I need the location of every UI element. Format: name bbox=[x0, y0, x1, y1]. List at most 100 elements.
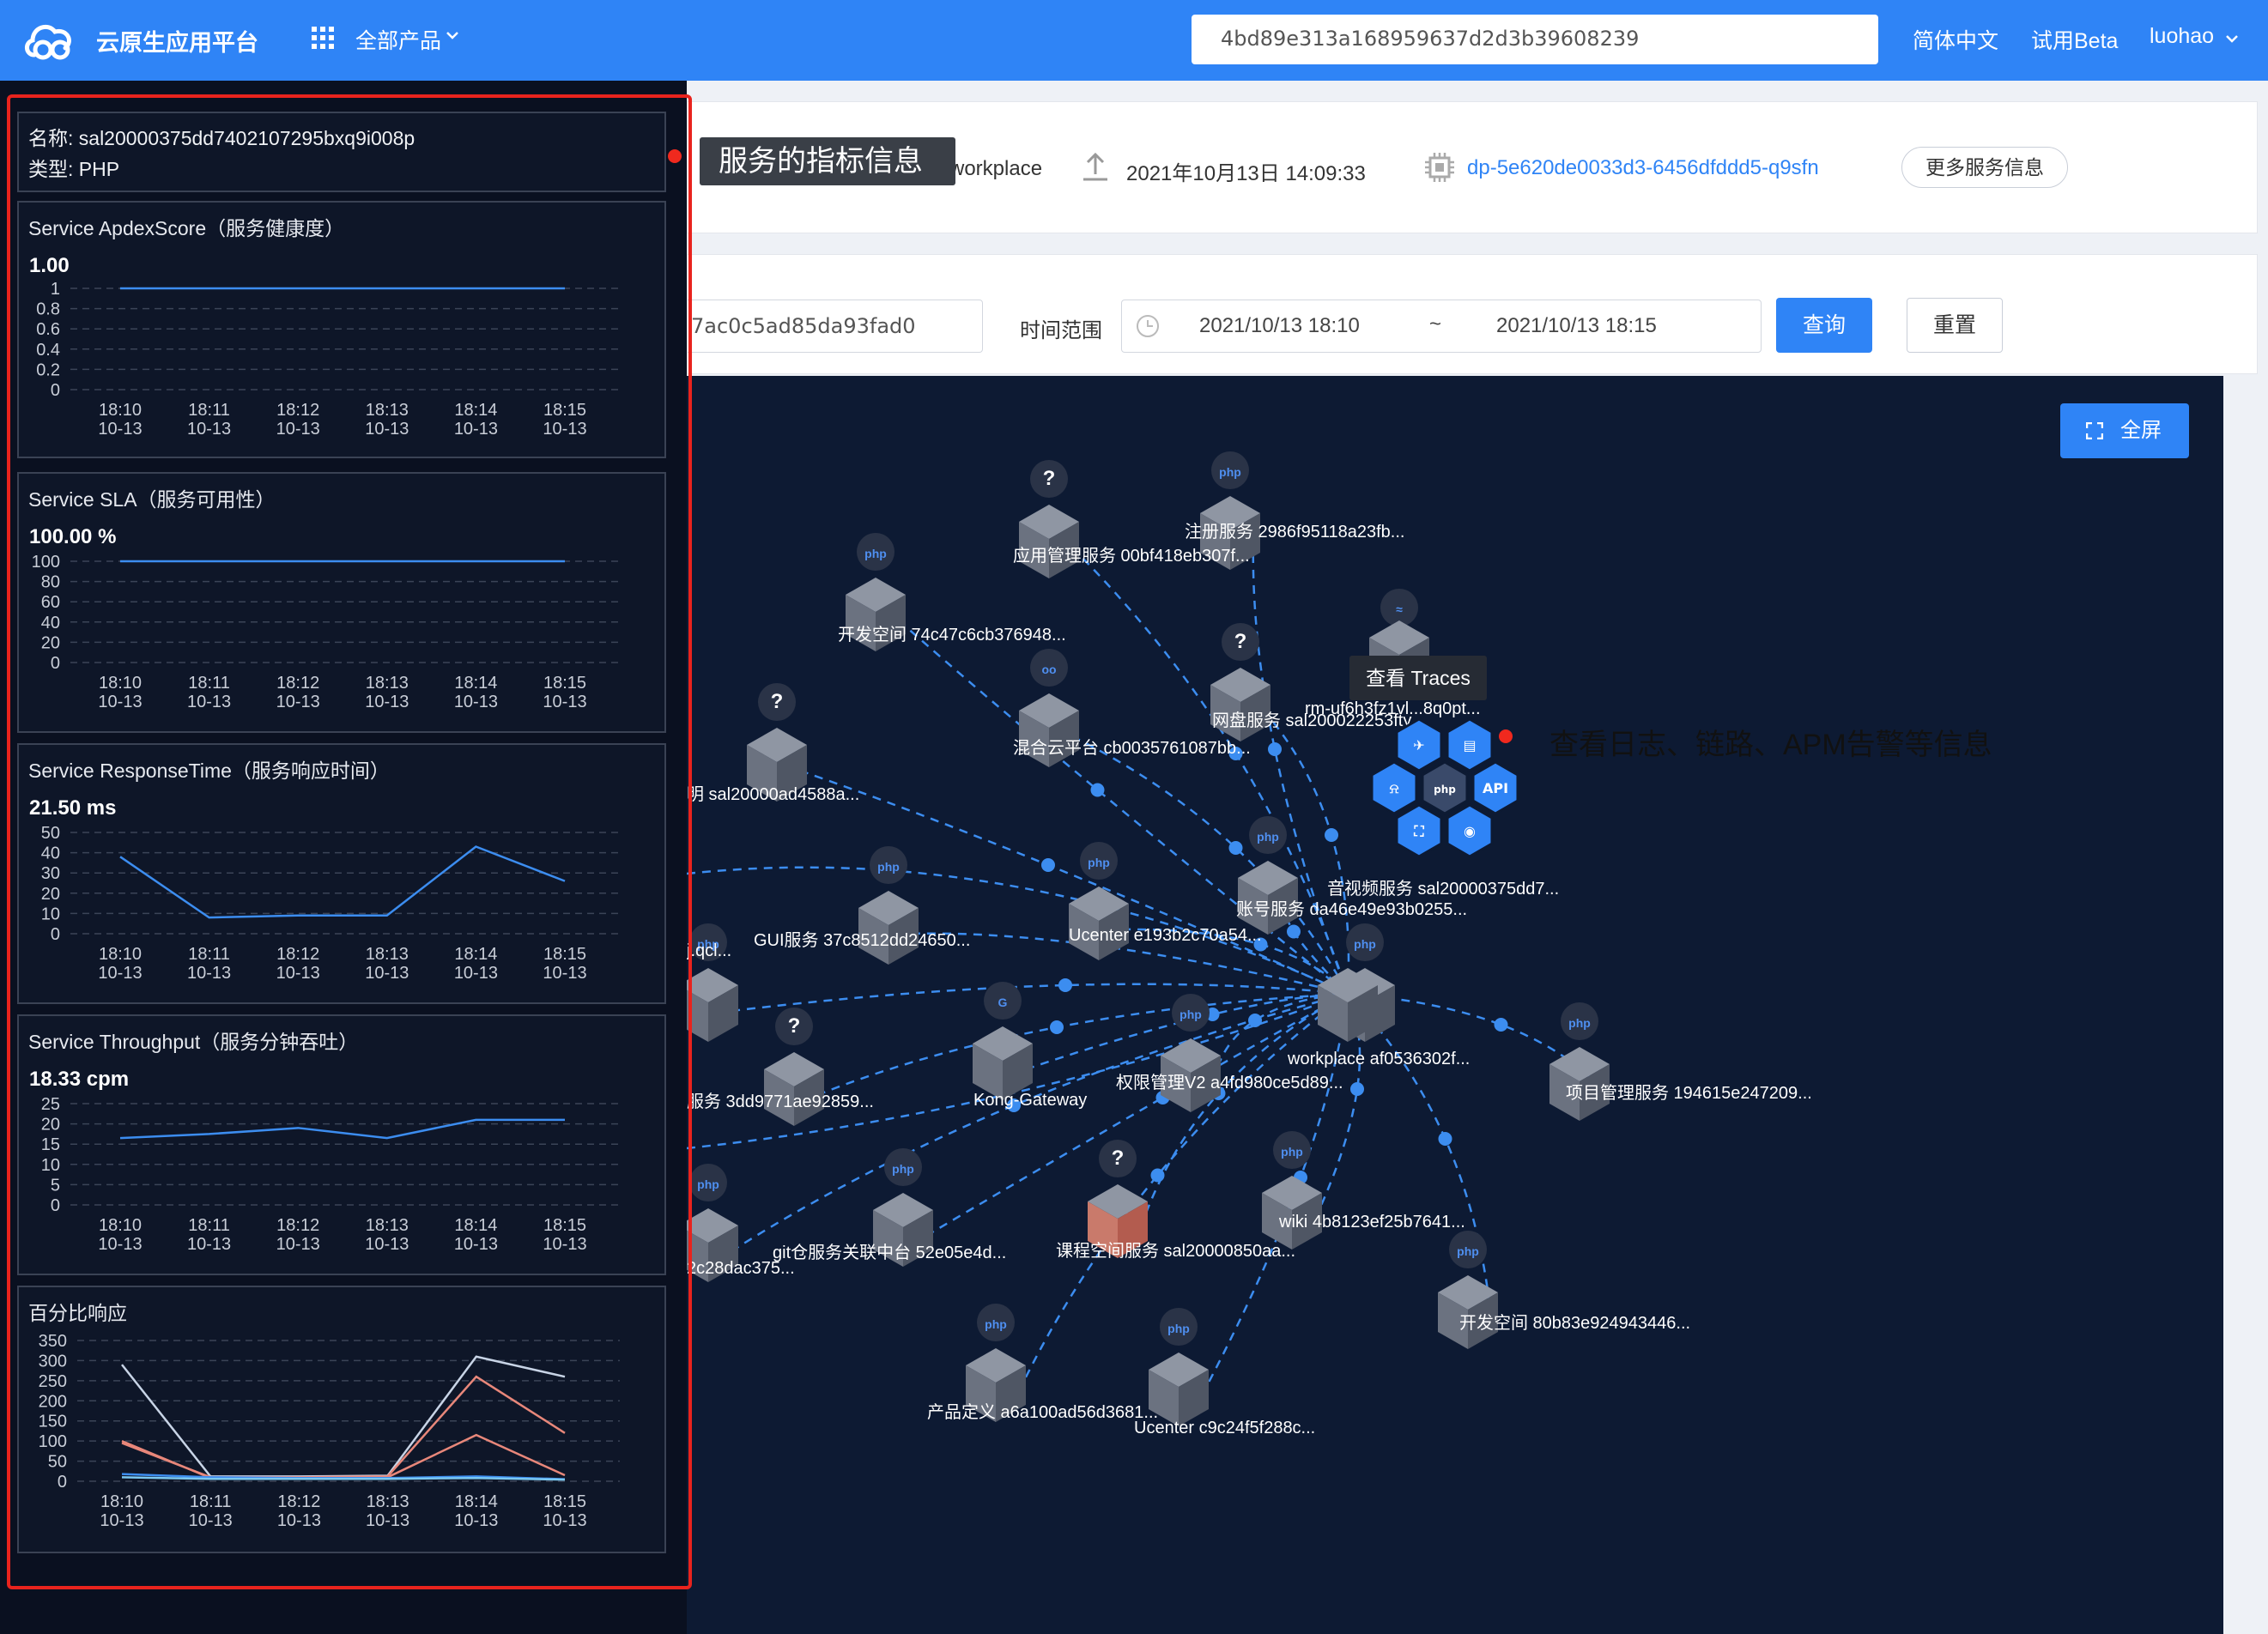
x-tick-label: 10-13 bbox=[187, 420, 231, 439]
try-beta-link[interactable]: 试用Beta bbox=[2031, 24, 2118, 55]
edge-dot bbox=[1287, 924, 1301, 939]
php-badge-label: php bbox=[864, 547, 887, 560]
sla-chart-card: Service SLA（服务可用性） 100.00 % 0 20 40 60 80 100… bbox=[17, 472, 666, 733]
php-badge-label: php bbox=[1179, 1008, 1202, 1021]
x-tick-label: 10-13 bbox=[366, 1511, 409, 1530]
php-badge-label: php bbox=[1257, 830, 1279, 844]
service-topology-canvas[interactable]: php 注册服务 2986f95118a23fb...? 应用管理服务 00bf41… bbox=[687, 376, 2223, 1634]
cloud-logo-icon[interactable] bbox=[22, 17, 76, 64]
php-badge-label: php bbox=[1281, 1145, 1303, 1159]
throughput-chart-card: Service Throughput（服务分钟吞吐） 18.33 cpm 051… bbox=[17, 1014, 666, 1275]
x-tick-label: 10-13 bbox=[277, 1511, 321, 1530]
x-tick-label: 18:11 bbox=[190, 1492, 232, 1511]
topology-edge bbox=[1347, 993, 1493, 1319]
workplace-label: workplace bbox=[949, 157, 1043, 180]
x-tick-label: 18:14 bbox=[454, 1216, 497, 1235]
y-tick-label: 300 bbox=[39, 1352, 67, 1371]
node-label: 注册服务 2986f95118a23fb... bbox=[1185, 522, 1404, 542]
x-tick-label: 10-13 bbox=[276, 964, 320, 983]
apps-grid-icon[interactable] bbox=[311, 26, 335, 50]
y-tick-label: 150 bbox=[39, 1413, 67, 1431]
php-badge-label: php bbox=[1354, 937, 1376, 951]
time-range-picker[interactable]: 2021/10/13 18:10 ~ 2021/10/13 18:15 bbox=[1121, 300, 1762, 353]
x-tick-label: 18:10 bbox=[99, 1216, 142, 1235]
percentile-chart-card: 百分比响应 0 50 100 150 200 250 300 350 18:10 10-13 18:… bbox=[17, 1286, 666, 1553]
start-time[interactable]: 2021/10/13 18:10 bbox=[1199, 314, 1360, 338]
user-menu[interactable]: luohao bbox=[2150, 24, 2214, 49]
y-tick-label: 40 bbox=[41, 844, 60, 863]
y-tick-label: 50 bbox=[48, 1453, 67, 1472]
node-label: 音视频服务 sal20000375dd7... bbox=[1327, 879, 1559, 899]
x-tick-label: 18:12 bbox=[276, 1216, 319, 1235]
php-badge-label: php bbox=[697, 1177, 719, 1191]
x-tick-label: 18:13 bbox=[366, 945, 409, 964]
x-tick-label: 10-13 bbox=[98, 693, 142, 711]
x-tick-label: 18:10 bbox=[99, 945, 142, 964]
pod-link[interactable]: dp-5e620de0033d3-6456dfddd5-q9sfn bbox=[1467, 156, 1819, 180]
mysql-badge-label: ≈ bbox=[1396, 602, 1403, 616]
API-icon: API bbox=[1483, 780, 1508, 796]
php-badge-label: php bbox=[1568, 1016, 1591, 1030]
y-tick-label: 20 bbox=[41, 633, 60, 652]
response-time-chart-card: Service ResponseTime（服务响应时间） 21.50 ms 01… bbox=[17, 743, 666, 1004]
topology-graph[interactable]: php 注册服务 2986f95118a23fb...? 应用管理服务 00bf41… bbox=[687, 376, 2223, 1634]
x-tick-label: 10-13 bbox=[454, 964, 498, 983]
node-label: Ucenter e193b2c70a54... bbox=[1069, 926, 1262, 945]
global-search-input[interactable]: 4bd89e313a168959637d2d3b39608239 bbox=[1192, 15, 1878, 64]
fullscreen-button[interactable]: 全屏 bbox=[2060, 403, 2189, 458]
y-tick-label: 0 bbox=[51, 1196, 60, 1215]
php-badge-label: php bbox=[877, 860, 900, 874]
reset-button[interactable]: 重置 bbox=[1907, 298, 2003, 353]
chevron-down-icon[interactable] bbox=[2225, 34, 2239, 43]
chevron-down-icon[interactable] bbox=[446, 31, 459, 39]
node-label: Kong-Gateway bbox=[973, 1091, 1087, 1110]
fullscreen-icon bbox=[2086, 422, 2103, 439]
topology-icon: ⛶ bbox=[1413, 823, 1424, 839]
service-node-cube bbox=[973, 1026, 1033, 1100]
end-time[interactable]: 2021/10/13 18:15 bbox=[1496, 314, 1657, 338]
more-service-info-button[interactable]: 更多服务信息 bbox=[1901, 147, 2068, 188]
y-tick-label: 1 bbox=[51, 280, 60, 299]
x-tick-label: 18:14 bbox=[455, 1492, 498, 1511]
all-products-menu[interactable]: 全部产品 bbox=[355, 24, 441, 55]
y-tick-label: 60 bbox=[41, 593, 60, 612]
y-tick-label: 0 bbox=[58, 1473, 67, 1492]
app-name[interactable]: 云原生应用平台 bbox=[96, 24, 258, 57]
service-node-cube bbox=[687, 968, 738, 1042]
trace-icon: ✈ bbox=[1413, 737, 1424, 753]
y-tick-label: 0 bbox=[51, 925, 60, 944]
x-tick-label: 18:11 bbox=[188, 401, 230, 420]
alarm-icon: ⍾ bbox=[1390, 780, 1399, 796]
x-tick-label: 10-13 bbox=[543, 964, 586, 983]
x-tick-label: 10-13 bbox=[98, 1235, 142, 1254]
x-tick-label: 10-13 bbox=[187, 693, 231, 711]
x-tick-label: 18:15 bbox=[543, 1492, 586, 1511]
x-tick-label: 18:15 bbox=[543, 1216, 586, 1235]
php-icon: php bbox=[1434, 784, 1456, 796]
response-time-chart: 0102030405018:1010-1318:1110-1318:1210-1… bbox=[41, 824, 620, 983]
y-tick-label: 250 bbox=[39, 1372, 67, 1391]
x-tick-label: 10-13 bbox=[543, 1235, 586, 1254]
query-button[interactable]: 查询 bbox=[1776, 298, 1872, 353]
x-tick-label: 18:10 bbox=[99, 674, 142, 693]
edge-dot bbox=[1325, 828, 1338, 842]
deploy-time: 2021年10月13日 14:09:33 bbox=[1126, 162, 1366, 185]
x-tick-label: 10-13 bbox=[187, 1235, 231, 1254]
x-tick-label: 18:15 bbox=[543, 674, 586, 693]
service-id-input[interactable]: 7ac0c5ad85da93fad0 bbox=[688, 300, 983, 353]
node-label: 应用管理服务 00bf418eb307f... bbox=[1013, 546, 1250, 566]
x-tick-label: 18:10 bbox=[100, 1492, 143, 1511]
y-tick-label: 20 bbox=[41, 1116, 60, 1135]
x-tick-label: 18:14 bbox=[454, 401, 497, 420]
throughput-chart: 051015202518:1010-1318:1110-1318:1210-13… bbox=[41, 1095, 620, 1254]
series-line bbox=[121, 1375, 566, 1479]
php-badge-label: php bbox=[985, 1317, 1007, 1331]
node-label: 权限管理V2 a4fd980ce5d89... bbox=[1116, 1073, 1343, 1092]
y-tick-label: 10 bbox=[41, 905, 60, 923]
y-tick-label: 0.4 bbox=[36, 341, 60, 360]
x-tick-label: 18:15 bbox=[543, 401, 586, 420]
percentile-chart: 05010015020025030035018:1010-1318:1110-1… bbox=[39, 1332, 620, 1530]
language-switch[interactable]: 简体中文 bbox=[1913, 24, 1998, 55]
y-tick-label: 80 bbox=[41, 573, 60, 592]
gateway-badge-label: G bbox=[998, 996, 1008, 1009]
